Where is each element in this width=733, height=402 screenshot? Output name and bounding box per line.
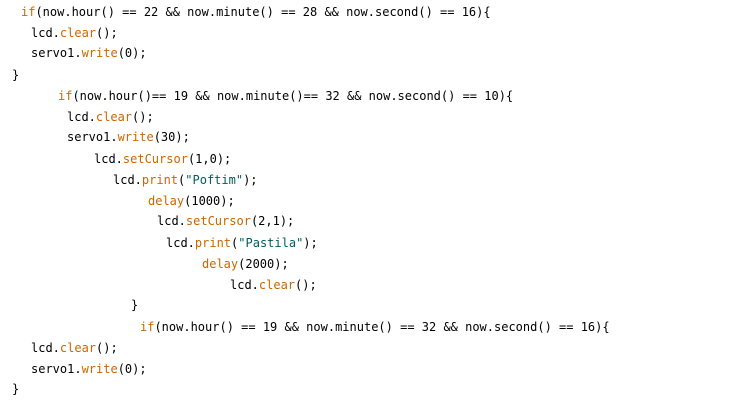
code-line[interactable]: lcd.setCursor(2,1);: [157, 213, 294, 229]
code-keyword: setCursor: [122, 152, 188, 166]
code-keyword: print: [141, 173, 179, 187]
code-text: }: [12, 68, 20, 82]
code-text: ();: [132, 110, 154, 124]
code-text: }: [12, 382, 20, 396]
code-keyword: if: [21, 5, 36, 19]
code-line[interactable]: lcd.print("Poftim");: [113, 172, 258, 188]
code-text: (0);: [117, 362, 147, 376]
code-line[interactable]: lcd.clear();: [31, 25, 118, 41]
code-keyword: clear: [59, 341, 97, 355]
code-keyword: if: [58, 89, 73, 103]
code-line[interactable]: servo1.write(0);: [31, 361, 147, 377]
code-text: lcd.: [31, 341, 60, 355]
code-text: (now.hour()== 19 && now.minute()== 32 &&…: [72, 89, 514, 103]
code-text: );: [303, 236, 318, 250]
code-text: (0);: [117, 46, 147, 60]
code-text: (30);: [153, 130, 190, 144]
code-text: lcd.: [166, 236, 195, 250]
code-text: lcd.: [113, 173, 142, 187]
code-keyword: clear: [95, 110, 133, 124]
code-line[interactable]: servo1.write(30);: [67, 129, 190, 145]
code-text: );: [243, 173, 258, 187]
code-text: lcd.: [157, 214, 186, 228]
code-text: lcd.: [31, 26, 60, 40]
code-text: (now.hour() == 22 && now.minute() == 28 …: [35, 5, 491, 19]
code-line[interactable]: if(now.hour() == 19 && now.minute() == 3…: [140, 319, 610, 335]
code-text: servo1.: [31, 46, 82, 60]
code-text: (2,1);: [250, 214, 295, 228]
code-line[interactable]: delay(2000);: [202, 256, 289, 272]
code-editor[interactable]: if(now.hour() == 22 && now.minute() == 2…: [0, 0, 733, 402]
code-text: servo1.: [67, 130, 118, 144]
code-text: servo1.: [31, 362, 82, 376]
code-line[interactable]: lcd.clear();: [67, 109, 154, 125]
code-line[interactable]: lcd.clear();: [31, 340, 118, 356]
code-line[interactable]: servo1.write(0);: [31, 45, 147, 61]
code-text: ();: [295, 278, 317, 292]
code-keyword: clear: [59, 26, 97, 40]
code-keyword: write: [81, 362, 118, 376]
code-keyword: write: [117, 130, 154, 144]
code-line[interactable]: if(now.hour() == 22 && now.minute() == 2…: [21, 4, 491, 20]
code-text: ();: [96, 26, 118, 40]
code-line[interactable]: }: [131, 297, 138, 313]
code-text: lcd.: [94, 152, 123, 166]
code-line[interactable]: if(now.hour()== 19 && now.minute()== 32 …: [58, 88, 513, 104]
code-text: }: [131, 298, 139, 312]
code-string: "Pastila": [238, 236, 304, 250]
code-keyword: if: [140, 320, 155, 334]
code-keyword: setCursor: [185, 214, 251, 228]
code-keyword: write: [81, 46, 118, 60]
code-text: (2000);: [238, 257, 289, 271]
code-keyword: clear: [258, 278, 296, 292]
code-line[interactable]: lcd.clear();: [230, 277, 317, 293]
code-text: (1000);: [184, 194, 235, 208]
code-keyword: delay: [148, 194, 185, 208]
code-line[interactable]: }: [12, 381, 19, 397]
code-text: lcd.: [67, 110, 96, 124]
code-line[interactable]: }: [12, 67, 19, 83]
code-text: ();: [96, 341, 118, 355]
code-line[interactable]: lcd.setCursor(1,0);: [94, 151, 231, 167]
code-line[interactable]: lcd.print("Pastila");: [166, 235, 318, 251]
code-text: (1,0);: [187, 152, 232, 166]
code-text: (now.hour() == 19 && now.minute() == 32 …: [154, 320, 610, 334]
code-line[interactable]: delay(1000);: [148, 193, 235, 209]
code-text: lcd.: [230, 278, 259, 292]
code-string: "Poftim": [185, 173, 244, 187]
code-keyword: delay: [202, 257, 239, 271]
code-keyword: print: [194, 236, 232, 250]
